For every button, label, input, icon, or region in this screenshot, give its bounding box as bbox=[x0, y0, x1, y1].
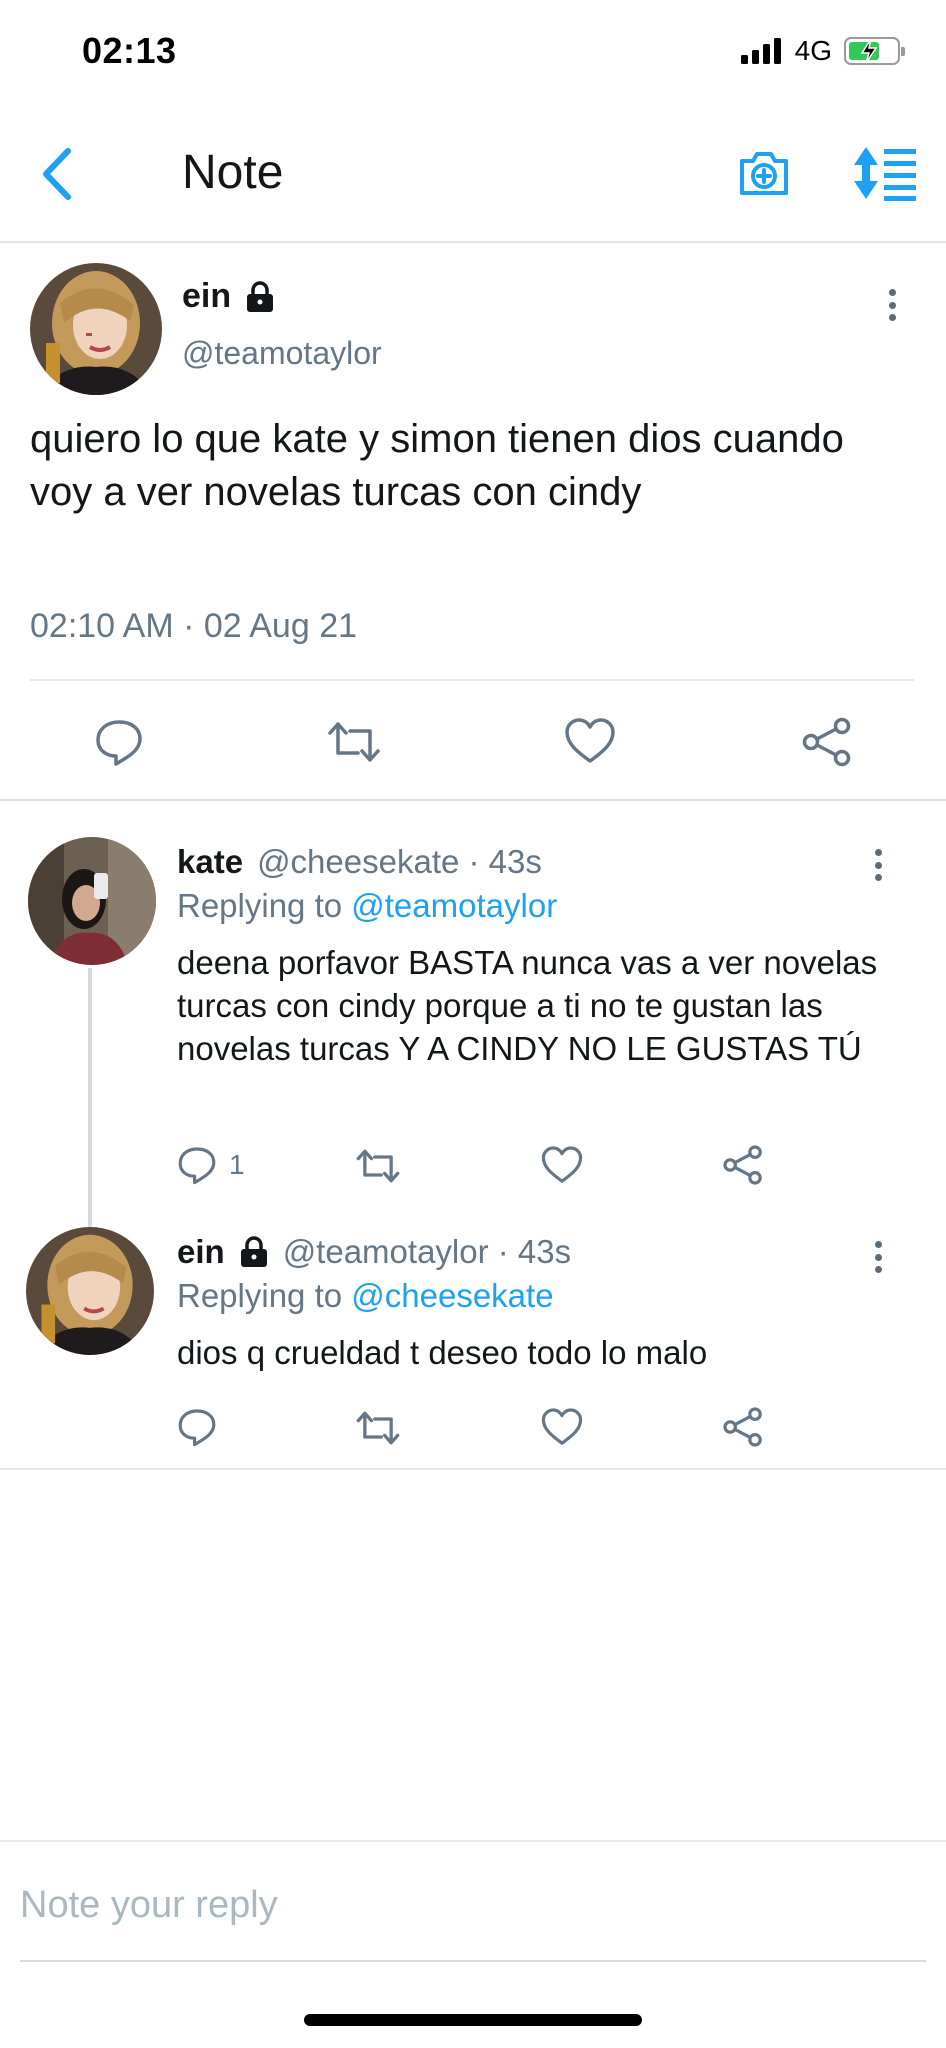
comment-icon[interactable] bbox=[94, 717, 144, 767]
avatar[interactable] bbox=[30, 263, 162, 395]
main-tweet: ein @teamotaylor quiero lo que kate y si… bbox=[0, 245, 946, 801]
retweet-icon[interactable] bbox=[355, 1147, 401, 1185]
reply-header: kate @cheesekate · 43s bbox=[177, 843, 542, 881]
replying-prefix: Replying to bbox=[177, 1277, 352, 1314]
comment-icon[interactable] bbox=[177, 1407, 217, 1447]
heart-icon[interactable] bbox=[564, 717, 616, 765]
reply-text: deena porfavor BASTA nunca vas a ver nov… bbox=[177, 944, 878, 1067]
more-icon[interactable] bbox=[882, 285, 902, 325]
lock-icon bbox=[247, 280, 274, 312]
reply-meta: @cheesekate · 43s bbox=[257, 843, 542, 880]
author-handle: @teamotaylor bbox=[182, 335, 382, 371]
nav-bar: Note bbox=[0, 105, 946, 243]
status-bar: 02:13 4G bbox=[0, 0, 946, 105]
replying-to: Replying to @teamotaylor bbox=[177, 887, 557, 925]
status-time: 02:13 bbox=[82, 30, 177, 71]
lock-icon bbox=[240, 1236, 267, 1267]
replying-to-link[interactable]: @teamotaylor bbox=[351, 887, 557, 924]
reply-count: 1 bbox=[229, 1149, 245, 1180]
reply-actions: 1 bbox=[177, 1141, 777, 1191]
camera-icon[interactable] bbox=[736, 145, 792, 201]
share-icon[interactable] bbox=[723, 1407, 763, 1447]
back-icon[interactable] bbox=[36, 145, 80, 203]
tweet-timestamp: 02:10 AM · 02 Aug 21 bbox=[30, 607, 358, 645]
reply-input[interactable] bbox=[20, 1878, 920, 1932]
divider bbox=[20, 1960, 926, 1962]
tweet-actions bbox=[0, 705, 946, 775]
divider bbox=[0, 1468, 946, 1470]
author-name-text: ein bbox=[182, 277, 232, 315]
replying-prefix: Replying to bbox=[177, 887, 352, 924]
reply-author-name: kate bbox=[177, 843, 244, 880]
more-icon[interactable] bbox=[868, 1237, 888, 1277]
reply-tweet: kate @cheesekate · 43s Replying to @team… bbox=[0, 803, 946, 1203]
home-indicator[interactable] bbox=[304, 2014, 642, 2026]
more-icon[interactable] bbox=[868, 845, 888, 885]
reply-meta: @teamotaylor · 43s bbox=[282, 1233, 572, 1270]
reply-actions bbox=[177, 1403, 777, 1453]
sort-icon[interactable] bbox=[852, 145, 918, 201]
replying-to-link[interactable]: @cheesekate bbox=[351, 1277, 553, 1314]
page-title: Note bbox=[182, 146, 284, 199]
reply-author-name: ein bbox=[177, 1233, 225, 1270]
share-icon[interactable] bbox=[802, 717, 852, 767]
reply-composer bbox=[0, 1840, 946, 1964]
tweet-text: quiero lo que kate y simon tienen dios c… bbox=[30, 417, 844, 514]
heart-icon[interactable] bbox=[541, 1407, 583, 1447]
signal-icon bbox=[740, 38, 781, 64]
battery-icon bbox=[844, 37, 905, 65]
author-name: ein bbox=[182, 277, 275, 316]
heart-icon[interactable] bbox=[541, 1145, 583, 1185]
avatar[interactable] bbox=[28, 837, 156, 965]
retweet-icon[interactable] bbox=[355, 1409, 401, 1447]
reply-tweet: ein @teamotaylor · 43s Replying to @chee… bbox=[0, 1203, 946, 1468]
reply-text: dios q crueldad t deseo todo lo malo bbox=[177, 1334, 708, 1371]
share-icon[interactable] bbox=[723, 1145, 763, 1185]
retweet-icon[interactable] bbox=[326, 719, 382, 765]
comment-icon[interactable] bbox=[177, 1145, 217, 1185]
divider bbox=[30, 679, 914, 681]
status-indicators: 4G bbox=[740, 34, 905, 68]
avatar[interactable] bbox=[26, 1227, 154, 1355]
network-type: 4G bbox=[794, 35, 832, 66]
reply-header: ein @teamotaylor · 43s bbox=[177, 1233, 571, 1271]
replying-to: Replying to @cheesekate bbox=[177, 1277, 554, 1315]
